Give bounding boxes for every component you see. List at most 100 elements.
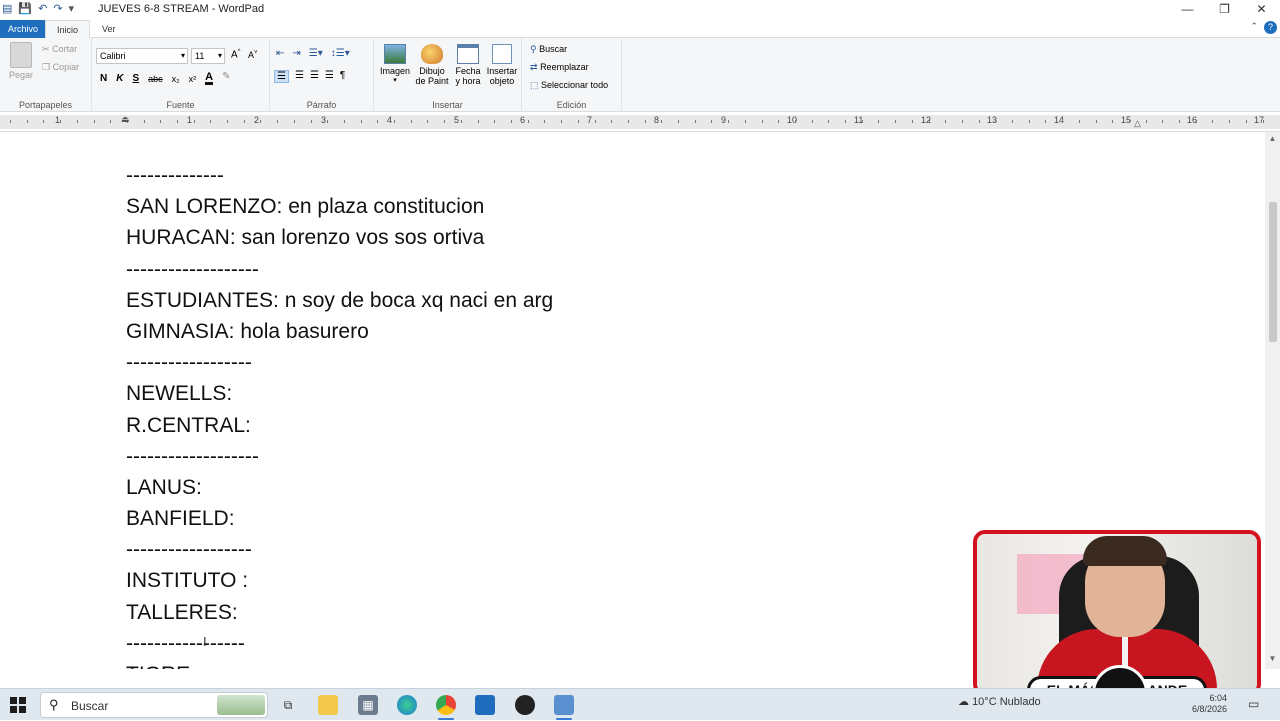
document-line[interactable]: R.CENTRAL: (126, 410, 553, 441)
document-line[interactable]: GIMNASIA: hola basurero (126, 316, 553, 347)
ruler-tick (595, 120, 596, 123)
increase-indent-icon[interactable]: ⇥ (292, 48, 300, 59)
ruler-tick (762, 120, 763, 123)
left-indent-marker[interactable]: ⏏ (121, 114, 130, 125)
font-family-select[interactable]: Calibri ▾ (96, 48, 188, 64)
ruler-tick (544, 120, 545, 123)
insert-object-button[interactable]: Insertar objeto (484, 44, 520, 86)
document-line[interactable]: BANFIELD: (126, 503, 553, 534)
select-all-button[interactable]: ⬚ Seleccionar todo (530, 80, 608, 91)
ruler-tick (795, 120, 796, 123)
bold-button[interactable]: N (100, 73, 107, 84)
superscript-button[interactable]: x² (189, 74, 197, 84)
tab-home[interactable]: Inicio (45, 20, 90, 39)
document-line[interactable]: TIGRE (126, 659, 553, 669)
document-line[interactable]: ESTUDIANTES: n soy de boca xq naci en ar… (126, 285, 553, 316)
ruler-tick (745, 120, 746, 123)
windows-start-icon[interactable] (10, 697, 26, 713)
editing-group-label: Edición (556, 100, 587, 110)
system-clock[interactable]: 6:04 6/8/2026 (1192, 693, 1227, 715)
file-explorer-icon[interactable] (318, 695, 338, 715)
weather-widget[interactable]: ☁ 10°C Nublado (958, 695, 1041, 708)
ruler-tick (311, 120, 312, 123)
tab-file[interactable]: Archivo (0, 20, 45, 38)
underline-button[interactable]: S (132, 73, 139, 84)
notification-icon[interactable]: ▭ (1248, 697, 1259, 711)
paste-button[interactable]: Pegar (6, 42, 36, 86)
task-view-icon[interactable]: ⧉ (278, 695, 298, 715)
document-text[interactable]: -------------- SAN LORENZO: en plaza cons… (126, 160, 553, 669)
taskbar-search[interactable]: ⚲ Buscar (40, 692, 268, 718)
align-left-icon[interactable]: ☰ (274, 70, 289, 83)
paint-drawing-button[interactable]: Dibujo de Paint (414, 44, 450, 86)
collapse-ribbon-icon[interactable]: ⌃ (1250, 21, 1258, 32)
chevron-down-icon: ▾ (393, 77, 397, 84)
shrink-font-button[interactable]: A˅ (248, 50, 258, 60)
document-line[interactable]: ------------------ (126, 347, 553, 378)
chrome-icon[interactable] (436, 695, 456, 715)
help-icon[interactable]: ? (1264, 21, 1277, 34)
document-line[interactable]: ----------------- (126, 628, 553, 659)
edge-icon[interactable] (397, 695, 417, 715)
ruler-tick (828, 120, 829, 123)
ruler-mark: 1 (187, 115, 193, 125)
document-line[interactable]: -------------- (126, 160, 553, 191)
ruler[interactable]: 1 1 2 3 4 5 6 7 8 9 10 11 12 13 14 15 16 17 ⏏ △ (0, 112, 1280, 132)
insert-image-button[interactable]: Imagen ▾ (380, 44, 410, 84)
minimize-button[interactable]: — (1169, 0, 1206, 18)
justify-icon[interactable]: ☰ (325, 70, 334, 83)
wordpad-app-icon[interactable]: ▤ (2, 2, 12, 15)
ruler-tick (912, 120, 913, 123)
document-line[interactable]: TALLERES: (126, 597, 553, 628)
document-line[interactable]: INSTITUTO : (126, 565, 553, 596)
customize-qat-icon[interactable]: ▾ (69, 2, 75, 15)
undo-icon[interactable]: ↶ (38, 2, 47, 15)
scroll-up-icon[interactable]: ▲ (1265, 134, 1280, 143)
ruler-tick (43, 120, 44, 123)
grow-font-button[interactable]: A^ (231, 49, 241, 60)
replace-button[interactable]: ⇄ Reemplazar (530, 62, 589, 73)
cut-button[interactable]: ✂ Cortar (42, 44, 77, 55)
document-line[interactable]: ------------------- (126, 441, 553, 472)
highlight-icon[interactable]: ✎ (222, 72, 231, 85)
maximize-button[interactable]: ❐ (1206, 0, 1243, 18)
redo-icon[interactable]: ↷ (53, 2, 62, 15)
decrease-indent-icon[interactable]: ⇤ (276, 48, 284, 59)
align-right-icon[interactable]: ☰ (310, 70, 319, 83)
font-size-select[interactable]: 11 ▾ (191, 48, 225, 64)
subscript-button[interactable]: x₂ (172, 74, 180, 84)
strikethrough-button[interactable]: abc (148, 74, 163, 84)
scroll-down-icon[interactable]: ▼ (1265, 654, 1280, 663)
chevron-down-icon: ▾ (180, 51, 185, 60)
ruler-tick (945, 120, 946, 123)
insert-group-label: Insertar (432, 100, 463, 110)
close-button[interactable]: ✕ (1243, 0, 1280, 18)
bullets-icon[interactable]: ☰▾ (309, 48, 323, 59)
wordpad-taskbar-icon[interactable] (554, 695, 574, 715)
vertical-scrollbar[interactable]: ▲ ▼ (1265, 132, 1280, 669)
save-icon[interactable]: 💾 (18, 2, 32, 15)
obs-icon[interactable] (515, 695, 535, 715)
tab-view[interactable]: Ver (94, 20, 124, 38)
ruler-tick (611, 120, 612, 123)
datetime-button[interactable]: Fecha y hora (452, 44, 484, 86)
right-indent-marker[interactable]: △ (1134, 118, 1141, 129)
copy-button[interactable]: ❐ Copiar (42, 62, 79, 73)
italic-button[interactable]: K (116, 73, 123, 84)
calculator-icon[interactable]: ▦ (358, 695, 378, 715)
ruler-tick (561, 120, 562, 123)
document-line[interactable]: ------------------- (126, 254, 553, 285)
paragraph-icon[interactable]: ¶ (340, 70, 345, 83)
ruler-tick (194, 120, 195, 123)
scrollbar-thumb[interactable] (1269, 202, 1277, 342)
document-line[interactable]: LANUS: (126, 472, 553, 503)
align-center-icon[interactable]: ☰ (295, 70, 304, 83)
font-color-button[interactable]: A (205, 72, 214, 85)
line-spacing-icon[interactable]: ↕☰▾ (331, 48, 350, 59)
store-icon[interactable] (475, 695, 495, 715)
document-line[interactable]: SAN LORENZO: en plaza constitucion (126, 191, 553, 222)
document-line[interactable]: ------------------ (126, 534, 553, 565)
document-line[interactable]: NEWELLS: (126, 378, 553, 409)
find-button[interactable]: ⚲ Buscar (530, 44, 567, 55)
document-line[interactable]: HURACAN: san lorenzo vos sos ortiva (126, 222, 553, 253)
